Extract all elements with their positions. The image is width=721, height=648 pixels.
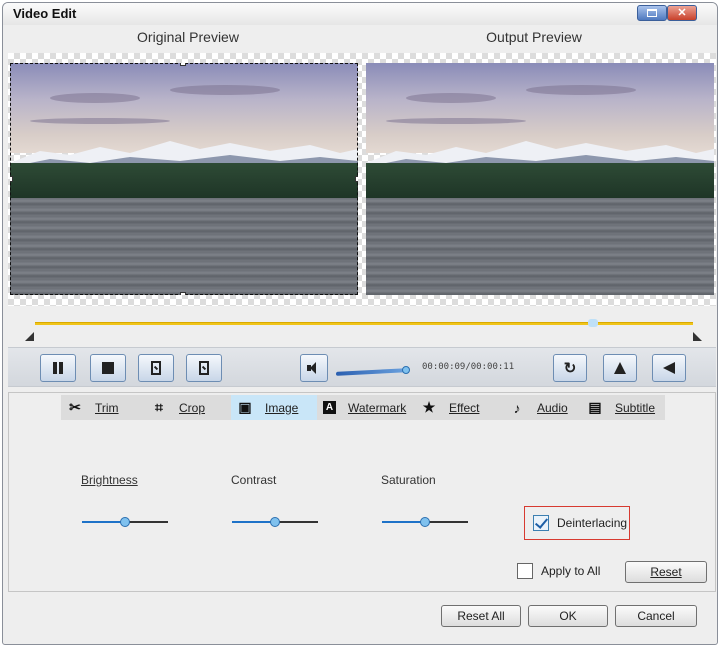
maximize-icon — [647, 9, 657, 17]
rotate-icon: ↻ — [563, 360, 577, 377]
star-icon: ★ — [422, 399, 436, 415]
clip-end-icon — [199, 361, 209, 375]
brightness-fill — [82, 521, 125, 523]
reset-button[interactable]: Reset — [625, 561, 707, 583]
crop-handle-left[interactable] — [10, 176, 13, 182]
contrast-fill — [232, 521, 275, 523]
contrast-label: Contrast — [231, 473, 277, 487]
reset-all-button[interactable]: Reset All — [441, 605, 521, 627]
contrast-knob[interactable] — [270, 517, 280, 527]
scissors-icon: ✂ — [69, 399, 81, 415]
crop-selection-box[interactable] — [10, 63, 358, 295]
flip-vertical-button[interactable] — [652, 354, 686, 382]
subtitle-icon: ▤ — [588, 399, 602, 415]
stop-button[interactable] — [90, 354, 126, 382]
tab-effect[interactable]: ★ Effect — [415, 395, 503, 420]
edit-panel: ✂ Trim ⌗ Crop ▣ Image A Watermark ★ Effect ♪ A… — [8, 392, 716, 592]
flip-horizontal-icon — [614, 362, 626, 374]
window-title: Video Edit — [13, 6, 77, 21]
crop-handle-bottom[interactable] — [180, 292, 186, 295]
time-display: 00:00:09/00:00:11 — [422, 362, 515, 372]
flip-horizontal-button[interactable] — [603, 354, 637, 382]
apply-to-all-option[interactable]: Apply to All — [517, 563, 600, 579]
timeline[interactable] — [23, 315, 705, 341]
image-icon: ▣ — [238, 399, 252, 415]
title-bar: Video Edit ✕ — [3, 3, 717, 25]
crop-handle-top[interactable] — [180, 63, 186, 66]
contrast-slider[interactable] — [232, 517, 318, 527]
speaker-icon — [307, 362, 321, 374]
deinterlacing-option[interactable]: Deinterlacing — [524, 506, 630, 540]
saturation-label: Saturation — [381, 473, 436, 487]
crop-icon: ⌗ — [155, 399, 163, 415]
playback-controls: 00:00:09/00:00:11 ↻ — [8, 347, 716, 387]
pause-button[interactable] — [40, 354, 76, 382]
rotate-button[interactable]: ↻ — [553, 354, 587, 382]
deinterlacing-checkbox[interactable] — [533, 515, 549, 531]
brightness-label: Brightness — [81, 473, 138, 487]
timeline-playhead[interactable] — [588, 319, 598, 327]
original-preview-frame[interactable] — [10, 63, 358, 295]
deinterlacing-label: Deinterlacing — [557, 516, 628, 530]
preview-area — [8, 53, 716, 306]
pause-icon — [53, 362, 63, 374]
set-end-button[interactable] — [186, 354, 222, 382]
clip-start-icon — [151, 361, 161, 375]
volume-slider[interactable] — [336, 368, 408, 376]
stop-icon — [102, 362, 114, 374]
saturation-fill — [382, 521, 425, 523]
tab-crop[interactable]: ⌗ Crop — [145, 395, 231, 420]
close-icon: ✕ — [677, 7, 687, 19]
maximize-button[interactable] — [637, 5, 667, 21]
video-edit-window: Video Edit ✕ Original Preview Output Pre… — [2, 2, 718, 645]
trim-start-marker[interactable] — [25, 332, 34, 341]
saturation-slider[interactable] — [382, 517, 468, 527]
brightness-knob[interactable] — [120, 517, 130, 527]
output-preview-label: Output Preview — [486, 29, 582, 45]
music-note-icon: ♪ — [513, 399, 521, 416]
tab-subtitle[interactable]: ▤ Subtitle — [581, 395, 665, 420]
volume-button[interactable] — [300, 354, 328, 382]
volume-knob[interactable] — [402, 366, 410, 374]
close-button[interactable]: ✕ — [667, 5, 697, 21]
original-preview-label: Original Preview — [137, 29, 239, 45]
output-preview-frame — [366, 63, 714, 295]
watermark-icon: A — [323, 401, 336, 414]
flip-vertical-icon — [663, 362, 675, 374]
ok-button[interactable]: OK — [528, 605, 608, 627]
apply-to-all-label: Apply to All — [541, 564, 601, 578]
tab-trim[interactable]: ✂ Trim — [61, 395, 145, 420]
saturation-knob[interactable] — [420, 517, 430, 527]
brightness-slider[interactable] — [82, 517, 168, 527]
trim-end-marker[interactable] — [693, 332, 702, 341]
edit-tabs: ✂ Trim ⌗ Crop ▣ Image A Watermark ★ Effect ♪ A… — [61, 395, 665, 420]
cancel-button[interactable]: Cancel — [615, 605, 697, 627]
tab-watermark[interactable]: A Watermark — [317, 395, 415, 420]
crop-handle-right[interactable] — [355, 176, 358, 182]
tab-image[interactable]: ▣ Image — [231, 395, 317, 420]
apply-to-all-checkbox[interactable] — [517, 563, 533, 579]
tab-audio[interactable]: ♪ Audio — [503, 395, 581, 420]
set-start-button[interactable] — [138, 354, 174, 382]
